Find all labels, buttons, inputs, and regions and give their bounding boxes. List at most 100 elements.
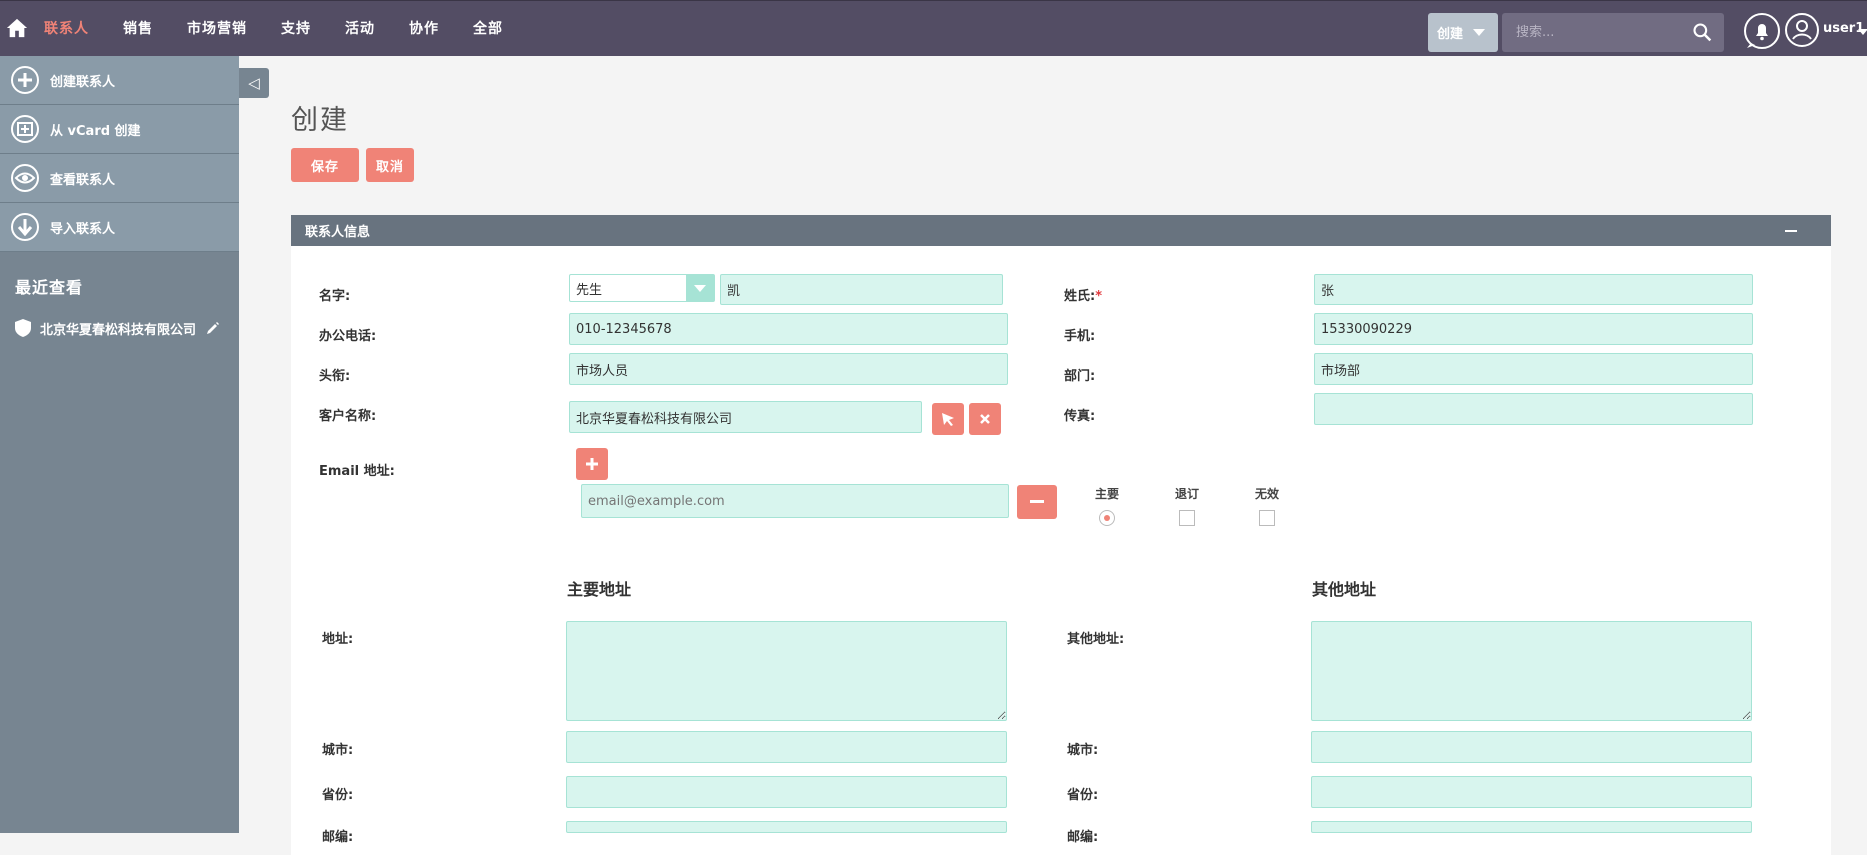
salutation-select[interactable]: 先生 [569,274,715,302]
nav-item-activities[interactable]: 活动 [345,18,375,38]
nav-item-contacts[interactable]: 联系人 [44,18,89,38]
other-city-label: 城市: [1067,743,1099,758]
remove-email-button[interactable] [1017,485,1057,519]
fax-label: 传真: [1064,409,1096,424]
recent-item[interactable]: 北京华夏春松科技有限公司 [14,318,239,338]
search-icon[interactable] [1692,22,1712,42]
primary-state-input[interactable] [566,776,1007,808]
sidebar: 创建联系人 从 vCard 创建 查看联系人 导入联系人 最近查看 北京华夏春松… [0,56,239,833]
account-name-label: 客户名称: [319,409,377,424]
sidebar-action-label: 导入联系人 [50,221,116,237]
search-input[interactable] [1514,24,1678,41]
top-navbar: 联系人 销售 市场营销 支持 活动 协作 全部 创建 user1 [0,0,1867,56]
email-label: Email 地址: [319,464,395,479]
plus-circle-icon [11,66,39,94]
clear-account-button[interactable] [969,403,1001,435]
primary-city-input[interactable] [566,731,1007,763]
sidebar-action-import-contacts[interactable]: 导入联系人 [0,203,239,252]
email-invalid-checkbox[interactable] [1259,510,1275,526]
last-name-input[interactable]: 张 [1314,274,1753,305]
account-name-input[interactable]: 北京华夏春松科技有限公司 [569,401,922,433]
sidebar-action-view-contacts[interactable]: 查看联系人 [0,154,239,203]
other-address-textarea[interactable] [1311,621,1752,721]
module-nav: 联系人 销售 市场营销 支持 活动 协作 全部 [44,0,537,56]
address-label: 地址: [322,632,354,647]
nav-item-sales[interactable]: 销售 [123,18,153,38]
primary-address-textarea[interactable] [566,621,1007,721]
user-avatar-icon[interactable] [1784,12,1820,48]
page-title: 创建 [291,105,349,136]
cancel-button[interactable]: 取消 [366,148,414,182]
email-optout-checkbox[interactable] [1179,510,1195,526]
other-city-input[interactable] [1311,731,1752,763]
office-phone-input[interactable]: 010-12345678 [569,313,1008,345]
primary-postal-label: 邮编: [322,830,354,845]
email-primary-label: 主要 [1095,487,1120,501]
primary-state-label: 省份: [322,788,354,803]
sidebar-action-label: 从 vCard 创建 [50,123,141,139]
sidebar-action-create-contact[interactable]: 创建联系人 [0,56,239,105]
email-primary-radio[interactable] [1099,510,1115,526]
cursor-arrow-icon [942,413,954,426]
primary-address-title: 主要地址 [567,580,632,599]
panel-title: 联系人信息 [305,225,371,240]
collapse-minus-icon[interactable] [1785,230,1797,232]
email-invalid-label: 无效 [1255,487,1280,501]
email-input[interactable] [581,484,1009,518]
salutation-value: 先生 [576,282,603,298]
vcard-icon [11,115,39,143]
last-name-label: 姓氏:* [1064,285,1102,304]
caret-down-icon [1473,29,1486,36]
fax-input[interactable] [1314,393,1753,425]
other-address-label: 其他地址: [1067,632,1125,647]
department-label: 部门: [1064,369,1096,384]
other-address-title: 其他地址 [1312,580,1377,599]
nav-item-support[interactable]: 支持 [281,18,311,38]
save-button[interactable]: 保存 [291,148,359,182]
title-input[interactable]: 市场人员 [569,353,1008,385]
create-label: 创建 [1437,27,1464,42]
nav-item-all[interactable]: 全部 [473,18,503,38]
sidebar-action-label: 创建联系人 [50,74,116,90]
sidebar-action-vcard[interactable]: 从 vCard 创建 [0,105,239,154]
select-account-button[interactable] [932,403,964,435]
home-icon[interactable] [6,17,28,39]
title-label: 头衔: [319,369,351,384]
office-phone-label: 办公电话: [319,329,377,344]
last-name-label-text: 姓氏: [1064,289,1096,304]
select-arrow-icon [686,275,714,301]
primary-city-label: 城市: [322,743,354,758]
download-icon [11,213,39,241]
email-optout-label: 退订 [1175,487,1200,501]
recently-viewed-title: 最近查看 [15,278,84,297]
user-menu-caret-icon[interactable] [1858,29,1867,35]
mobile-input[interactable]: 15330090229 [1314,313,1753,345]
primary-postal-input[interactable] [566,821,1007,833]
minus-icon [1030,500,1044,503]
close-icon [980,414,990,424]
pencil-icon[interactable] [206,321,220,335]
shield-icon [15,319,31,337]
sidebar-action-label: 查看联系人 [50,172,116,188]
panel-header[interactable]: 联系人信息 [291,215,1831,246]
collapse-arrow-icon: ◁ [248,74,260,92]
create-dropdown-button[interactable]: 创建 [1428,13,1498,52]
other-postal-label: 邮编: [1067,830,1099,845]
nav-item-collaboration[interactable]: 协作 [409,18,439,38]
add-email-button[interactable] [576,448,608,480]
notification-bell-icon[interactable] [1743,12,1781,50]
eye-icon [11,164,39,192]
other-state-input[interactable] [1311,776,1752,808]
first-name-label: 名字: [319,289,351,304]
other-state-label: 省份: [1067,788,1099,803]
plus-icon [586,458,598,470]
first-name-input[interactable]: 凯 [720,274,1003,305]
global-search [1502,13,1724,52]
mobile-label: 手机: [1064,329,1096,344]
recent-item-label: 北京华夏春松科技有限公司 [40,322,197,338]
other-postal-input[interactable] [1311,821,1752,833]
nav-item-marketing[interactable]: 市场营销 [187,18,247,38]
sidebar-collapse-toggle[interactable]: ◁ [239,68,269,98]
department-input[interactable]: 市场部 [1314,353,1753,385]
required-marker: * [1095,289,1103,304]
